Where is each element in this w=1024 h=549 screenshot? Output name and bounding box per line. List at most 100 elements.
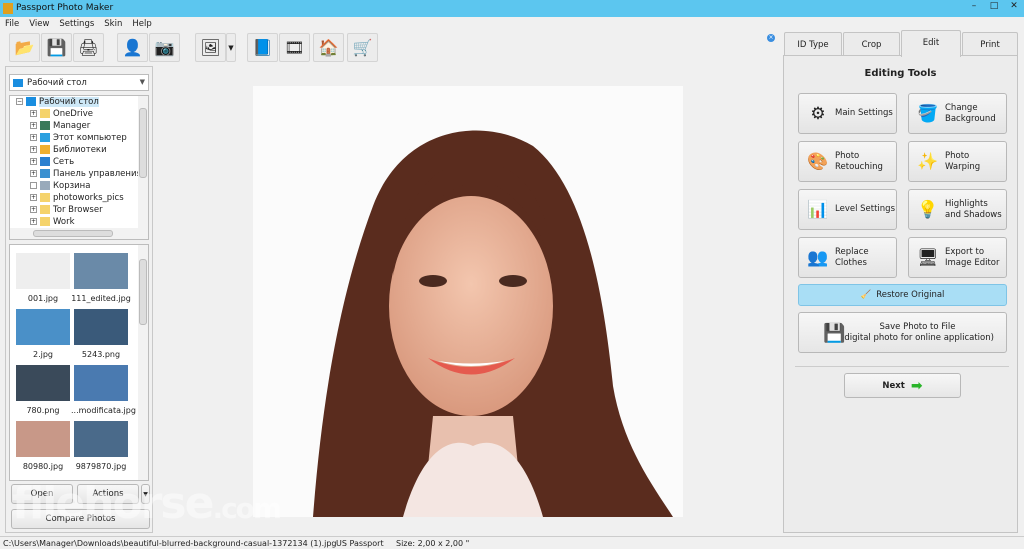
- thumbnail-image[interactable]: [16, 421, 70, 457]
- tab-crop[interactable]: Crop: [843, 32, 900, 56]
- tool-label: Photo Retouching: [835, 150, 883, 172]
- tree-item[interactable]: + Manager: [30, 121, 90, 133]
- scroll-thumb[interactable]: [33, 230, 113, 237]
- scroll-thumb[interactable]: [139, 108, 147, 178]
- status-bar: C:\Users\Manager\Downloads\beautiful-blu…: [0, 536, 1024, 549]
- expand-toggle-icon[interactable]: +: [30, 194, 37, 201]
- title-bar: Passport Photo Maker – □ ✕: [0, 0, 1024, 17]
- tab-id-type[interactable]: ID Type: [784, 32, 842, 56]
- folder-dropdown[interactable]: Рабочий стол ▼: [9, 74, 149, 91]
- people-icon: 👥: [807, 247, 829, 268]
- menu-settings[interactable]: Settings: [54, 17, 99, 31]
- maximize-button[interactable]: □: [984, 0, 1004, 14]
- gear-settings-icon: ⚙: [810, 103, 826, 124]
- image-tool-dropdown-icon[interactable]: ▼: [226, 33, 236, 62]
- close-panel-icon[interactable]: ×: [767, 34, 775, 42]
- editing-tools-heading: Editing Tools: [864, 68, 937, 79]
- expand-toggle-icon[interactable]: +: [30, 206, 37, 213]
- tab-edit[interactable]: Edit: [901, 30, 961, 57]
- tree-item[interactable]: Корзина: [30, 181, 90, 193]
- tree-item-label: Tor Browser: [53, 205, 103, 215]
- expand-toggle-icon[interactable]: +: [30, 146, 37, 153]
- tree-item[interactable]: + OneDrive: [30, 109, 93, 121]
- expand-toggle-icon[interactable]: [30, 182, 37, 189]
- thumbnail-image[interactable]: [74, 421, 128, 457]
- photo-warping-button[interactable]: ✨ Photo Warping: [908, 141, 1007, 182]
- save-photo-subtitle: (digital photo for online application): [841, 332, 994, 343]
- thumbnail-image[interactable]: [16, 309, 70, 345]
- next-button[interactable]: Next ➡: [844, 373, 961, 398]
- export-to-image-editor-button[interactable]: 🖥 Export to Image Editor: [908, 237, 1007, 278]
- user-search-button[interactable]: 👤: [117, 33, 148, 62]
- expand-toggle-icon[interactable]: +: [30, 158, 37, 165]
- replace-clothes-button[interactable]: 👥 Replace Clothes: [798, 237, 897, 278]
- thumbnail-image[interactable]: [74, 253, 128, 289]
- close-button[interactable]: ✕: [1004, 0, 1024, 14]
- change-background-button[interactable]: 🪣 Change Background: [908, 93, 1007, 134]
- video-reel-button[interactable]: 🎞: [279, 33, 310, 62]
- image-zoom-button[interactable]: 🖼: [195, 33, 226, 62]
- paint-bucket-icon: 🪣: [917, 103, 939, 124]
- menu-file[interactable]: File: [0, 17, 24, 31]
- lightbulb-icon: 💡: [917, 199, 939, 220]
- main-settings-button[interactable]: ⚙ Main Settings: [798, 93, 897, 134]
- tree-item[interactable]: − Рабочий стол: [16, 97, 99, 109]
- open-folder-button[interactable]: 📂: [9, 33, 40, 62]
- thumbnail-image[interactable]: [74, 309, 128, 345]
- menu-skin[interactable]: Skin: [99, 17, 127, 31]
- tool-label: Main Settings: [835, 108, 893, 118]
- expand-toggle-icon[interactable]: −: [16, 98, 23, 105]
- gallery-scrollbar[interactable]: [138, 245, 148, 480]
- tree-item[interactable]: + Сеть: [30, 157, 74, 169]
- save-button[interactable]: 💾: [41, 33, 72, 62]
- tree-item-label: Корзина: [53, 181, 91, 191]
- menu-help[interactable]: Help: [127, 17, 156, 31]
- tool-label: Level Settings: [835, 204, 896, 214]
- folder-icon: [40, 217, 50, 226]
- scroll-thumb[interactable]: [139, 259, 147, 325]
- open-folder-icon: 📂: [14, 38, 35, 57]
- tree-item-label: Сеть: [53, 157, 75, 167]
- camera-button[interactable]: 📷: [149, 33, 180, 62]
- expand-toggle-icon[interactable]: +: [30, 110, 37, 117]
- tree-item[interactable]: + Tor Browser: [30, 205, 103, 217]
- thumbnail-label: 001.jpg: [27, 294, 59, 303]
- save-photo-button[interactable]: 💾 Save Photo to File (digital photo for o…: [798, 312, 1007, 353]
- thumbnail-image[interactable]: [16, 253, 70, 289]
- menu-view[interactable]: View: [24, 17, 54, 31]
- monitor-export-icon: 🖥: [917, 247, 939, 268]
- thumbnail-image[interactable]: [74, 365, 128, 401]
- cart-button[interactable]: 🛒: [347, 33, 378, 62]
- help-book-button[interactable]: 📘: [247, 33, 278, 62]
- app-icon: [3, 3, 13, 14]
- video-reel-icon: 🎞: [284, 38, 305, 57]
- minimize-button[interactable]: –: [964, 0, 984, 14]
- tree-horizontal-scrollbar[interactable]: [10, 228, 148, 239]
- tree-item-label: Панель управления: [53, 169, 142, 179]
- thumbnail-image[interactable]: [16, 365, 70, 401]
- levels-icon: 📊: [807, 199, 829, 220]
- expand-toggle-icon[interactable]: +: [30, 122, 37, 129]
- tree-item[interactable]: + Библиотеки: [30, 145, 107, 157]
- tree-item[interactable]: + Этот компьютер: [30, 133, 127, 145]
- folder-tree: − Рабочий стол + OneDrive + Manager + Этот комп…: [9, 95, 149, 240]
- photo-retouching-button[interactable]: 🎨 Photo Retouching: [798, 141, 897, 182]
- tree-item[interactable]: + photoworks_pics: [30, 193, 124, 205]
- restore-original-label: Restore Original: [876, 290, 945, 300]
- save-photo-title: Save Photo to File: [879, 321, 956, 332]
- home-button[interactable]: 🏠: [313, 33, 344, 62]
- expand-toggle-icon[interactable]: +: [30, 134, 37, 141]
- tree-vertical-scrollbar[interactable]: [138, 96, 148, 229]
- thumbnail-label: 111_edited.jpg: [71, 294, 131, 303]
- highlights-and-shadows-button[interactable]: 💡 Highlights and Shadows: [908, 189, 1007, 230]
- expand-toggle-icon[interactable]: +: [30, 218, 37, 225]
- restore-original-button[interactable]: 🧹 Restore Original: [798, 284, 1007, 306]
- home-icon: 🏠: [318, 38, 339, 57]
- tab-print[interactable]: Print: [962, 32, 1018, 56]
- level-settings-button[interactable]: 📊 Level Settings: [798, 189, 897, 230]
- expand-toggle-icon[interactable]: +: [30, 170, 37, 177]
- folder-icon: [40, 157, 50, 166]
- tree-item[interactable]: + Панель управления: [30, 169, 142, 181]
- photo-preview[interactable]: [253, 86, 683, 517]
- print-button[interactable]: 🖨: [73, 33, 104, 62]
